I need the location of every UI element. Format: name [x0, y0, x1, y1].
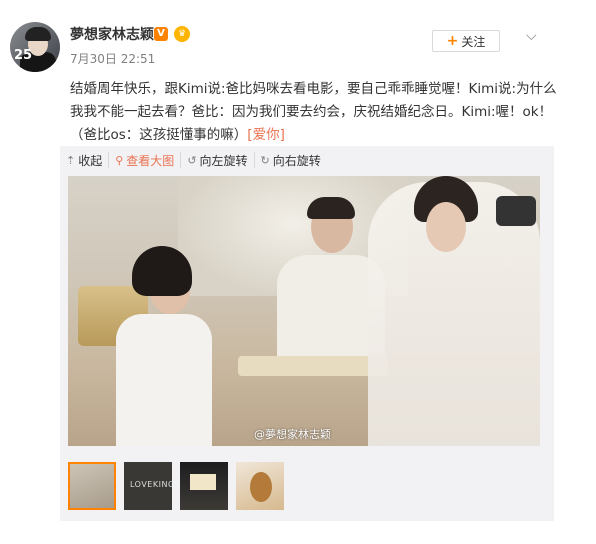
thumbnail-selected[interactable] [68, 462, 116, 510]
post-text-fragment: （爸比os：这孩挺懂事的嘛） [70, 127, 248, 143]
post-photo[interactable]: @夢想家林志颖 [68, 176, 540, 446]
view-large-label: 查看大图 [126, 153, 175, 168]
follow-button[interactable]: + 关注 [432, 30, 500, 52]
photo-watermark: @夢想家林志颖 [254, 428, 331, 441]
post-text-line: 结婚周年快乐，跟Kimi说:爸比妈咪去看电影，要自己乖乖睡觉喔！Kimi说:为什… [70, 81, 557, 97]
avatar-badge: 25 [14, 48, 33, 63]
search-icon: ⚲ [115, 153, 124, 167]
plus-icon: + [446, 33, 459, 49]
view-large-button[interactable]: ⚲ 查看大图 [109, 152, 182, 168]
username-link[interactable]: 夢想家林志颖 [70, 24, 154, 44]
media-toolbar: ⇡ 收起 ⚲ 查看大图 ↺ 向左旋转 ↻ 向右旋转 [60, 152, 327, 168]
thumbnail[interactable] [236, 462, 284, 510]
collect-label: 收起 [78, 153, 103, 168]
post-text: 结婚周年快乐，跟Kimi说:爸比妈咪去看电影，要自己乖乖睡觉喔！Kimi说:为什… [70, 78, 560, 147]
medal-icon: ♛ [174, 26, 190, 42]
rotate-right-label: 向右旋转 [272, 153, 321, 168]
rotate-left-icon: ↺ [187, 153, 197, 167]
post-timestamp[interactable]: 7月30日 22:51 [70, 50, 155, 67]
rotate-right-icon: ↻ [260, 153, 270, 167]
media-panel: ⇡ 收起 ⚲ 查看大图 ↺ 向左旋转 ↻ 向右旋转 @夢想家林志颖 LOVEKI… [60, 146, 554, 521]
rotate-left-label: 向左旋转 [199, 153, 248, 168]
avatar-hair [25, 27, 51, 41]
chevron-down-icon[interactable]: ⌵ [526, 28, 537, 44]
thumbnail-strip: LOVEKING [68, 462, 284, 510]
collect-button[interactable]: ⇡ 收起 [60, 152, 110, 168]
post-text-line: 我我不能一起去看？爸比：因为我们要去约会，庆祝结婚纪念日。Kimi:喔！ok！ [70, 104, 553, 120]
rotate-left-button[interactable]: ↺ 向左旋转 [181, 152, 255, 168]
rotate-right-button[interactable]: ↻ 向右旋转 [255, 152, 327, 168]
avatar[interactable]: 25 [10, 22, 60, 72]
photo-boy [108, 246, 218, 446]
weibo-post-card: 25 夢想家林志颖 V ♛ 7月30日 22:51 + 关注 ⌵ 结婚周年快乐，… [0, 0, 596, 544]
emoji-tag-link[interactable]: [爱你] [247, 127, 285, 143]
photo-table [238, 356, 388, 376]
verified-badge-icon: V [154, 27, 168, 41]
thumbnail[interactable]: LOVEKING [124, 462, 172, 510]
follow-label: 关注 [461, 34, 486, 49]
collapse-arrow-icon: ⇡ [66, 153, 76, 167]
thumbnail-text: LOVEKING [130, 480, 172, 489]
thumbnail[interactable] [180, 462, 228, 510]
photo-camera [496, 196, 536, 226]
post-text-line: （爸比os：这孩挺懂事的嘛）[爱你] [70, 124, 560, 147]
